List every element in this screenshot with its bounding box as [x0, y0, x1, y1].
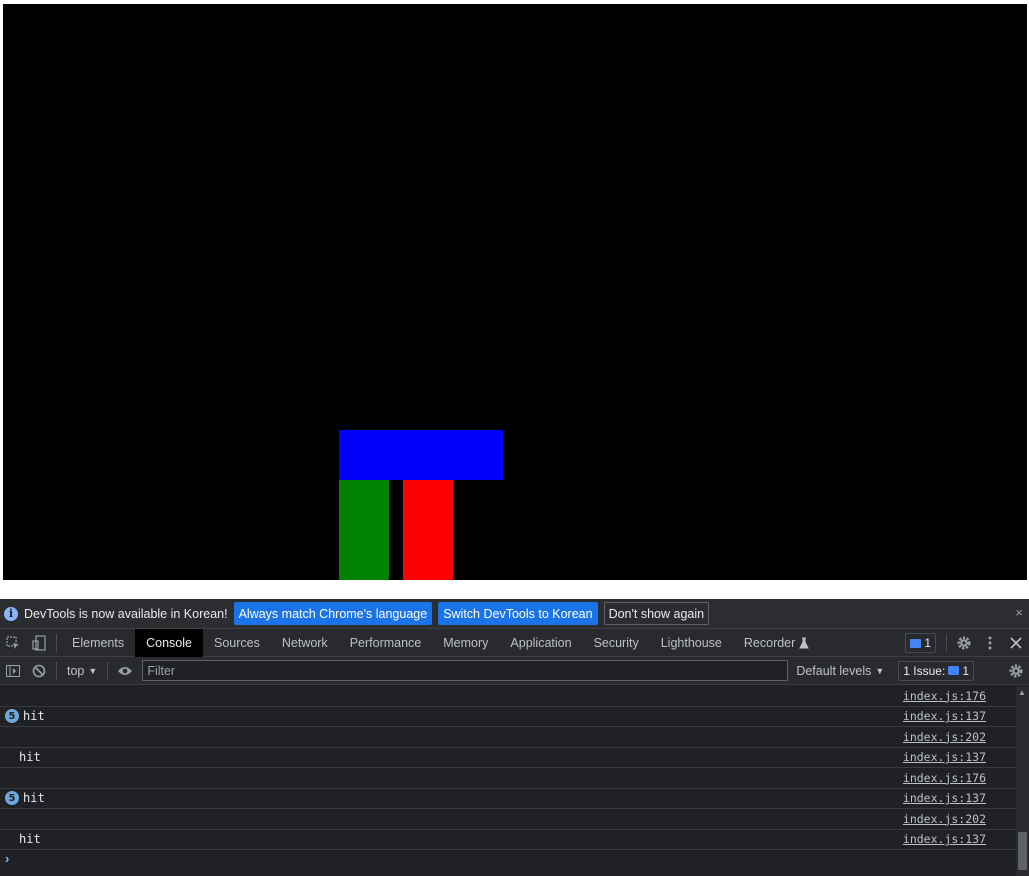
log-levels-dropdown[interactable]: Default levels ▼	[796, 664, 884, 678]
console-output: index.js:176 5 hit index.js:137 index.js…	[0, 686, 1016, 876]
dropdown-arrow-icon: ▼	[88, 665, 98, 676]
context-selector[interactable]: top ▼	[61, 664, 103, 678]
filter-input[interactable]: Filter	[142, 660, 789, 681]
console-row: index.js:202	[0, 809, 1016, 830]
tab-lighthouse[interactable]: Lighthouse	[650, 629, 733, 657]
scroll-up-arrow-icon[interactable]: ▲	[1018, 688, 1026, 697]
source-link[interactable]: index.js:176	[903, 771, 986, 785]
tab-security[interactable]: Security	[583, 629, 650, 657]
always-match-language-button[interactable]: Always match Chrome's language	[233, 602, 433, 625]
blue-block	[339, 430, 503, 480]
console-row: index.js:202	[0, 727, 1016, 748]
source-link[interactable]: index.js:137	[903, 832, 986, 846]
tab-console[interactable]: Console	[135, 628, 203, 657]
console-settings-gear-icon[interactable]	[1003, 657, 1029, 685]
tab-recorder-label: Recorder	[743, 635, 796, 650]
tab-memory[interactable]: Memory	[432, 629, 499, 657]
live-expression-eye-icon[interactable]	[112, 657, 138, 685]
devtools-panel: i DevTools is now available in Korean! A…	[0, 599, 1029, 876]
source-link[interactable]: index.js:137	[903, 709, 986, 723]
message-icon	[948, 666, 960, 675]
console-row: index.js:176	[0, 686, 1016, 707]
console-message: hit	[23, 709, 45, 724]
green-block	[339, 480, 389, 580]
console-row: index.js:176	[0, 768, 1016, 789]
console-row: hit index.js:137	[0, 748, 1016, 768]
issues-counter-button[interactable]: 1 Issue: 1	[898, 660, 974, 681]
close-devtools-icon[interactable]	[1003, 629, 1029, 657]
inspect-element-icon[interactable]	[0, 629, 26, 657]
separator	[107, 661, 109, 680]
context-value: top	[67, 663, 85, 678]
log-levels-label: Default levels	[796, 663, 872, 678]
console-row: 5 hit index.js:137	[0, 789, 1016, 809]
console-message: hit	[23, 791, 45, 806]
tab-recorder[interactable]: Recorder	[733, 629, 813, 657]
issues-counter-count: 1	[962, 663, 969, 678]
issues-counter-label: 1 Issue:	[903, 663, 946, 678]
filter-placeholder: Filter	[147, 663, 176, 678]
console-message: hit	[19, 832, 41, 847]
separator	[56, 633, 57, 652]
language-infobar: i DevTools is now available in Korean! A…	[0, 599, 1029, 629]
console-prompt-chevron-icon[interactable]: ›	[5, 851, 9, 866]
dont-show-again-button[interactable]: Don't show again	[603, 602, 710, 625]
separator	[56, 661, 57, 680]
infobar-message: DevTools is now available in Korean!	[24, 606, 228, 621]
scrollbar-thumb[interactable]	[1018, 832, 1027, 870]
page: i DevTools is now available in Korean! A…	[0, 0, 1029, 876]
source-link[interactable]: index.js:202	[903, 730, 986, 744]
source-link[interactable]: index.js:137	[903, 750, 986, 764]
info-icon: i	[4, 606, 18, 621]
source-link[interactable]: index.js:176	[903, 689, 986, 703]
devtools-tabbar: Elements Console Sources Network Perform…	[0, 628, 1029, 657]
clear-console-icon[interactable]	[26, 657, 52, 685]
experimental-flask-icon	[799, 637, 810, 648]
issues-badge[interactable]: 1	[905, 633, 936, 653]
repeat-count-badge: 5	[5, 791, 19, 806]
more-options-icon[interactable]	[977, 629, 1003, 657]
separator	[946, 634, 947, 652]
close-icon[interactable]: ×	[1015, 605, 1023, 620]
red-block	[403, 480, 453, 580]
tab-elements[interactable]: Elements	[61, 629, 135, 657]
dropdown-arrow-icon: ▼	[875, 665, 885, 676]
tabbar-right-controls: 1	[905, 629, 1029, 657]
console-message: hit	[19, 750, 41, 765]
issues-badge-count: 1	[924, 636, 931, 650]
message-icon	[910, 638, 922, 648]
switch-to-korean-button[interactable]: Switch DevTools to Korean	[438, 602, 598, 625]
show-sidebar-icon[interactable]	[0, 657, 26, 685]
settings-gear-icon[interactable]	[951, 629, 977, 657]
tab-network[interactable]: Network	[271, 629, 339, 657]
tab-application[interactable]: Application	[499, 629, 582, 657]
tab-sources[interactable]: Sources	[203, 629, 271, 657]
console-toolbar: top ▼ Filter Default levels ▼ 1 Issue: 1	[0, 657, 1029, 685]
device-toolbar-icon[interactable]	[26, 629, 52, 657]
source-link[interactable]: index.js:202	[903, 812, 986, 826]
tab-performance[interactable]: Performance	[339, 629, 433, 657]
source-link[interactable]: index.js:137	[903, 791, 986, 805]
repeat-count-badge: 5	[5, 709, 19, 724]
console-row: 5 hit index.js:137	[0, 707, 1016, 727]
console-scrollbar[interactable]: ▲	[1016, 686, 1029, 876]
console-row: hit index.js:137	[0, 830, 1016, 850]
game-canvas[interactable]	[3, 4, 1027, 580]
